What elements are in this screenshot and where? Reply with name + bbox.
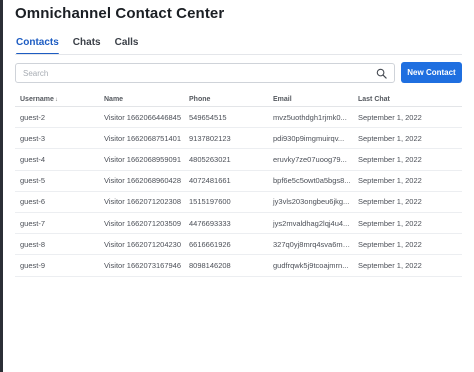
cell-phone: 4072481661 — [189, 176, 231, 186]
cell-username: guest-5 — [20, 176, 46, 186]
search-input[interactable] — [23, 66, 363, 80]
tab-bar: Contacts Chats Calls — [16, 37, 153, 55]
cell-name: Visitor 1662071203509 — [104, 218, 182, 228]
new-contact-button[interactable]: New Contact — [401, 62, 462, 83]
table-body: guest-2 Visitor 1662066446845 549654515 mvz… — [15, 107, 462, 277]
table-row[interactable]: guest-9 Visitor 1662073167946 8098146208 gu… — [15, 255, 462, 277]
cell-phone: 6616661926 — [189, 239, 231, 249]
cell-email: pdi930p9imgmuirqv... — [273, 133, 345, 143]
column-header-name[interactable]: Name — [99, 93, 184, 106]
cell-name: Visitor 1662071202308 — [104, 197, 182, 207]
cell-last-chat: September 1, 2022 — [358, 112, 422, 122]
cell-last-chat: September 1, 2022 — [358, 260, 422, 270]
contacts-table: Username↓ Name Phone Email Last Chat gue… — [15, 93, 462, 277]
tab-contacts[interactable]: Contacts — [16, 37, 59, 55]
cell-last-chat: September 1, 2022 — [358, 197, 422, 207]
table-row[interactable]: guest-5 Visitor 1662068960428 4072481661 bp… — [15, 171, 462, 192]
cell-name: Visitor 1662073167946 — [104, 260, 182, 270]
tab-chats[interactable]: Chats — [73, 37, 101, 55]
cell-name: Visitor 1662071204230 — [104, 239, 182, 249]
cell-email: gudfrqwk5j9tcoajmrn... — [273, 260, 349, 270]
column-header-last-chat[interactable]: Last Chat — [353, 93, 462, 106]
cell-phone: 4805263021 — [189, 154, 231, 164]
cell-username: guest-8 — [20, 239, 46, 249]
cell-last-chat: September 1, 2022 — [358, 176, 422, 186]
tab-calls[interactable]: Calls — [115, 37, 139, 55]
table-row[interactable]: guest-3 Visitor 1662068751401 9137802123 pd… — [15, 128, 462, 150]
cell-username: guest-7 — [20, 218, 46, 228]
cell-email: eruvky7ze07uoog79... — [273, 154, 347, 164]
table-row[interactable]: guest-7 Visitor 1662071203509 4476693333 jy… — [15, 213, 462, 235]
table-row[interactable]: guest-8 Visitor 1662071204230 6616661926 32… — [15, 234, 462, 256]
table-row[interactable]: guest-2 Visitor 1662066446845 549654515 mvz… — [15, 107, 462, 129]
cell-email: mvz5uothdgh1rjmk0... — [273, 112, 347, 122]
cell-last-chat: September 1, 2022 — [358, 239, 422, 249]
column-header-phone[interactable]: Phone — [184, 93, 268, 106]
cell-name: Visitor 1662068960428 — [104, 176, 182, 186]
cell-username: guest-3 — [20, 133, 46, 143]
cell-username: guest-6 — [20, 197, 46, 207]
cell-email: bpf6e5c5owt0a5bgs8... — [273, 176, 351, 186]
table-header: Username↓ Name Phone Email Last Chat — [15, 93, 462, 107]
column-header-username[interactable]: Username↓ — [15, 93, 99, 106]
search-box — [15, 63, 395, 83]
cell-phone: 4476693333 — [189, 218, 231, 228]
cell-username: guest-4 — [20, 154, 46, 164]
search-icon[interactable] — [376, 68, 387, 79]
cell-last-chat: September 1, 2022 — [358, 133, 422, 143]
cell-last-chat: September 1, 2022 — [358, 218, 422, 228]
cell-username: guest-9 — [20, 260, 46, 270]
app-window: Omnichannel Contact Center Contacts Chat… — [0, 0, 474, 372]
window-edge — [0, 0, 3, 372]
cell-email: 327q0yj8mrq4sva6mh... — [273, 239, 353, 249]
column-label: Username — [20, 96, 54, 103]
cell-name: Visitor 1662068959091 — [104, 154, 182, 164]
cell-name: Visitor 1662068751401 — [104, 133, 182, 143]
column-header-email[interactable]: Email — [268, 93, 353, 106]
cell-name: Visitor 1662066446845 — [104, 112, 182, 122]
table-row[interactable]: guest-6 Visitor 1662071202308 1515197600 jy… — [15, 192, 462, 213]
cell-email: jys2mvaldhag2lqj4u4... — [273, 218, 350, 228]
cell-username: guest-2 — [20, 112, 46, 122]
tabs-divider — [15, 54, 462, 55]
table-row[interactable]: guest-4 Visitor 1662068959091 4805263021 er… — [15, 149, 462, 171]
cell-last-chat: September 1, 2022 — [358, 154, 422, 164]
cell-phone: 549654515 — [189, 112, 227, 122]
cell-phone: 9137802123 — [189, 133, 231, 143]
cell-phone: 8098146208 — [189, 260, 231, 270]
sort-arrow-icon: ↓ — [54, 97, 58, 103]
cell-email: jy3vls203ongbeu6jkg... — [273, 197, 350, 207]
cell-phone: 1515197600 — [189, 197, 231, 207]
page-title: Omnichannel Contact Center — [15, 5, 225, 22]
